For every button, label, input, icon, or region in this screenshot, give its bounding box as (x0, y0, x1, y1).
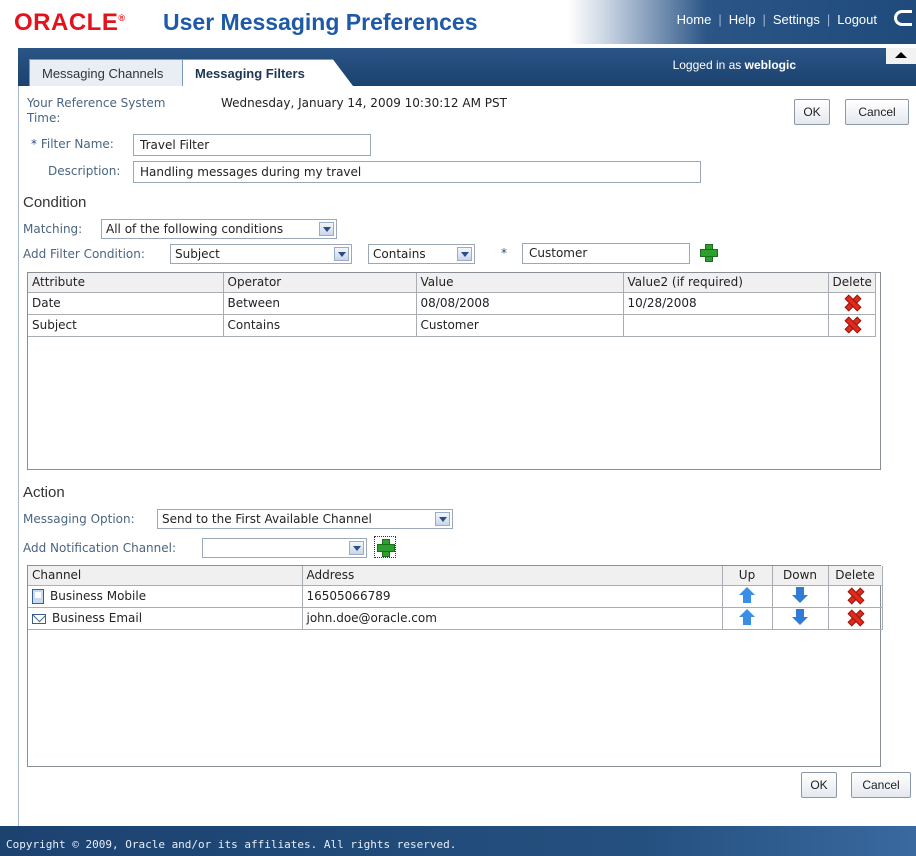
chevron-down-icon[interactable] (319, 222, 334, 236)
column-header-address[interactable]: Address (302, 566, 723, 586)
arrow-up-icon[interactable] (739, 586, 755, 603)
login-status: Logged in as weblogic (672, 58, 796, 72)
arrow-down-icon[interactable] (792, 586, 808, 603)
delete-cell (828, 585, 883, 608)
add-condition-icon[interactable] (700, 244, 718, 262)
nav-settings-link[interactable]: Settings (766, 12, 827, 27)
brand-swoosh-icon (894, 10, 912, 26)
move-down-cell (772, 585, 829, 608)
messaging-option-select[interactable]: Send to the First Available Channel (157, 509, 453, 529)
app-header: ORACLE® User Messaging Preferences Home … (0, 0, 916, 48)
table-row[interactable]: Business Mobile 16505066789 (28, 585, 883, 608)
mobile-phone-icon (32, 588, 44, 604)
nav-home-link[interactable]: Home (670, 12, 719, 27)
column-header-value[interactable]: Value (416, 273, 624, 293)
cell-operator: Between (223, 292, 417, 315)
cancel-button-bottom[interactable]: Cancel (851, 772, 911, 798)
operator-select[interactable]: Contains (368, 244, 475, 264)
delete-cell (828, 314, 876, 337)
filter-name-input[interactable]: Travel Filter (133, 134, 371, 156)
table-header-row: Attribute Operator Value Value2 (if requ… (28, 273, 876, 293)
delete-cell (828, 607, 883, 630)
copyright-text: Copyright © 2009, Oracle and/or its affi… (6, 838, 457, 851)
channel-table: Channel Address Up Down Delete Business … (27, 565, 883, 767)
description-label: Description: (48, 164, 121, 178)
notification-channel-select[interactable] (202, 538, 367, 558)
column-header-up: Up (722, 566, 773, 586)
chevron-down-icon[interactable] (435, 512, 450, 526)
page-title: User Messaging Preferences (163, 9, 478, 35)
table-row[interactable]: Subject Contains Customer (28, 314, 876, 337)
add-filter-condition-label: Add Filter Condition: (23, 247, 145, 261)
column-header-down: Down (772, 566, 829, 586)
collapse-up-icon[interactable] (886, 48, 916, 64)
cell-value: Customer (416, 314, 624, 337)
move-up-cell (722, 607, 773, 630)
column-header-value2[interactable]: Value2 (if required) (623, 273, 829, 293)
cell-attribute: Subject (28, 314, 224, 337)
add-channel-button[interactable] (374, 536, 396, 558)
cell-address: 16505066789 (302, 585, 723, 608)
tab-bar: Messaging Channels Messaging Filters Log… (18, 48, 916, 86)
nav-logout-link[interactable]: Logout (830, 12, 884, 27)
matching-label: Matching: (23, 222, 83, 236)
cell-channel: Business Email (28, 607, 303, 630)
cell-value2: 10/28/2008 (623, 292, 829, 315)
oracle-logo: ORACLE® (14, 9, 126, 36)
delete-icon[interactable] (845, 317, 859, 331)
messaging-option-label: Messaging Option: (23, 512, 135, 526)
filter-name-label: * Filter Name: (31, 137, 114, 151)
cell-channel: Business Mobile (28, 585, 303, 608)
column-header-operator[interactable]: Operator (223, 273, 417, 293)
envelope-icon (32, 613, 46, 624)
cell-operator: Contains (223, 314, 417, 337)
arrow-down-icon[interactable] (792, 608, 808, 625)
tab-messaging-filters[interactable]: Messaging Filters (183, 59, 353, 86)
move-down-cell (772, 607, 829, 630)
delete-icon[interactable] (848, 610, 862, 624)
column-header-delete: Delete (828, 566, 883, 586)
nav-help-link[interactable]: Help (722, 12, 763, 27)
ok-button-bottom[interactable]: OK (801, 772, 837, 798)
move-up-cell (722, 585, 773, 608)
arrow-up-icon[interactable] (739, 608, 755, 625)
ref-time-value: Wednesday, January 14, 2009 10:30:12 AM … (221, 96, 507, 110)
cell-attribute: Date (28, 292, 224, 315)
required-marker: * (31, 137, 41, 151)
condition-table: Attribute Operator Value Value2 (if requ… (27, 272, 881, 470)
chevron-down-icon[interactable] (457, 247, 472, 261)
required-marker: * (501, 246, 507, 260)
ref-time-label: Your Reference System Time: (27, 96, 166, 125)
table-header-row: Channel Address Up Down Delete (28, 566, 883, 586)
global-nav: Home | Help | Settings | Logout (568, 0, 916, 44)
login-username: weblogic (744, 58, 796, 72)
main-content: Your Reference System Time: Wednesday, J… (18, 86, 916, 826)
description-input[interactable]: Handling messages during my travel (133, 161, 701, 183)
condition-heading: Condition (23, 194, 87, 211)
add-icon (377, 539, 395, 557)
tab-messaging-channels[interactable]: Messaging Channels (29, 59, 183, 86)
add-notification-channel-label: Add Notification Channel: (23, 541, 177, 555)
cell-address: john.doe@oracle.com (302, 607, 723, 630)
chevron-down-icon[interactable] (334, 247, 349, 261)
condition-value-input[interactable]: Customer (522, 243, 690, 264)
matching-select[interactable]: All of the following conditions (101, 219, 337, 239)
delete-icon[interactable] (845, 295, 859, 309)
column-header-delete: Delete (828, 273, 876, 293)
table-row[interactable]: Date Between 08/08/2008 10/28/2008 (28, 292, 876, 315)
action-heading: Action (23, 484, 65, 501)
table-row[interactable]: Business Email john.doe@oracle.com (28, 607, 883, 630)
delete-cell (828, 292, 876, 315)
cell-value: 08/08/2008 (416, 292, 624, 315)
cell-value2 (623, 314, 829, 337)
attribute-select[interactable]: Subject (170, 244, 352, 264)
cancel-button-top[interactable]: Cancel (845, 99, 909, 125)
page-footer: Copyright © 2009, Oracle and/or its affi… (0, 826, 916, 856)
ok-button-top[interactable]: OK (794, 99, 830, 125)
delete-icon[interactable] (848, 588, 862, 602)
column-header-channel[interactable]: Channel (28, 566, 303, 586)
chevron-down-icon[interactable] (349, 541, 364, 555)
column-header-attribute[interactable]: Attribute (28, 273, 224, 293)
